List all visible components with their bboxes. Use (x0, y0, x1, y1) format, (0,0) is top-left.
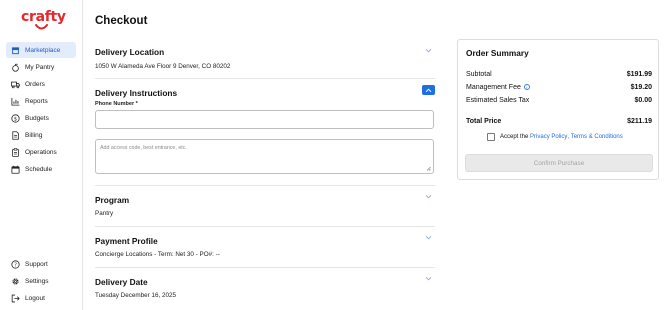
delivery-date-section[interactable]: Delivery Date Tuesday December 16, 2025 (95, 268, 435, 309)
sales-tax-row: Estimated Sales Tax $0.00 (466, 97, 652, 104)
delivery-date-value: Tuesday December 16, 2025 (95, 292, 176, 299)
page-title: Checkout (95, 15, 148, 27)
total-row: Total Price $211.19 (466, 118, 652, 125)
delivery-location-section[interactable]: Delivery Location 1050 W Alameda Ave Flo… (95, 40, 435, 79)
svg-text:?: ? (14, 262, 17, 268)
accept-terms: Accept the Privacy Policy, Terms & Condi… (487, 133, 623, 141)
info-icon[interactable]: i (523, 84, 530, 91)
checkout-sections: Delivery Location 1050 W Alameda Ave Flo… (95, 40, 435, 309)
chevron-down-icon[interactable] (425, 194, 432, 199)
management-fee-label: Management Fee (466, 84, 521, 91)
phone-number-input[interactable] (95, 110, 434, 129)
subtotal-value: $191.99 (626, 71, 652, 78)
textarea-placeholder: Add access code, best entrance, etc. (100, 145, 187, 151)
sidebar-item-label: My Pantry (25, 63, 55, 71)
management-fee-row: Management Fee i $19.20 (466, 84, 652, 91)
gear-icon (12, 277, 19, 285)
checkout-app: crafty Marketplace My Pantry Orders Repo… (0, 0, 670, 310)
apple-icon (12, 63, 19, 72)
sidebar-item-logout[interactable]: Logout (6, 290, 76, 306)
sidebar-item-budgets[interactable]: $ Budgets (6, 110, 76, 126)
sidebar-bottom-nav: ? Support Settings Logout (6, 256, 76, 307)
delivery-notes-textarea[interactable]: Add access code, best entrance, etc. (95, 139, 434, 174)
sidebar-item-settings[interactable]: Settings (6, 273, 76, 289)
bar-chart-icon (11, 97, 20, 106)
sales-tax-value: $0.00 (634, 97, 652, 104)
sidebar-item-label: Logout (25, 294, 45, 302)
section-title: Delivery Location (95, 47, 165, 57)
sidebar-item-orders[interactable]: Orders (6, 76, 76, 92)
section-title: Payment Profile (95, 236, 158, 246)
sidebar-item-marketplace[interactable]: Marketplace (6, 42, 76, 58)
sidebar-item-operations[interactable]: Operations (6, 144, 76, 160)
logo-smile-icon (35, 24, 48, 30)
phone-number-label: Phone Number * (95, 101, 138, 107)
sidebar-item-label: Billing (25, 131, 43, 139)
chevron-down-icon[interactable] (425, 235, 432, 240)
logout-icon (11, 294, 20, 302)
management-fee-value: $19.20 (630, 84, 652, 91)
sales-tax-label: Estimated Sales Tax (466, 97, 530, 104)
clipboard-icon (12, 147, 19, 157)
sidebar-item-my-pantry[interactable]: My Pantry (6, 59, 76, 75)
crafty-logo[interactable]: crafty (21, 9, 66, 35)
chevron-down-icon[interactable] (425, 48, 432, 53)
sidebar-item-label: Support (25, 260, 48, 268)
chevron-down-icon[interactable] (425, 276, 432, 281)
sidebar: crafty Marketplace My Pantry Orders Repo… (0, 0, 83, 310)
subtotal-row: Subtotal $191.99 (466, 71, 652, 78)
sidebar-item-label: Marketplace (25, 46, 61, 54)
payment-profile-section[interactable]: Payment Profile Concierge Locations - Te… (95, 227, 435, 268)
calendar-icon (11, 165, 20, 174)
accept-prefix: Accept the (500, 134, 529, 140)
collapse-button[interactable] (422, 85, 435, 95)
document-icon (12, 130, 19, 140)
sidebar-item-label: Orders (25, 80, 45, 88)
chevron-up-icon (425, 88, 432, 92)
confirm-purchase-button[interactable]: Confirm Purchase (465, 154, 653, 172)
checkout-main: Checkout Delivery Location 1050 W Alamed… (83, 0, 670, 310)
section-title: Delivery Date (95, 277, 148, 287)
resize-handle-icon[interactable] (426, 166, 431, 171)
program-section[interactable]: Program Pantry (95, 186, 435, 227)
order-summary-title: Order Summary (466, 48, 529, 58)
help-icon: ? (11, 259, 20, 269)
logo-text: crafty (21, 9, 66, 25)
total-label: Total Price (466, 118, 502, 125)
program-value: Pantry (95, 210, 114, 217)
sidebar-item-label: Budgets (25, 114, 49, 122)
section-title: Program (95, 195, 130, 205)
accept-join: , (567, 134, 570, 140)
order-summary-card: Order Summary Subtotal $191.99 Managemen… (457, 39, 659, 180)
section-title: Delivery Instructions (95, 88, 178, 98)
delivery-address: 1050 W Alameda Ave Floor 9 Denver, CO 80… (95, 63, 231, 70)
sidebar-nav: Marketplace My Pantry Orders Reports $ B… (6, 42, 76, 178)
sidebar-item-label: Settings (25, 277, 49, 285)
payment-profile-value: Concierge Locations - Term: Net 30 - PO#… (95, 251, 220, 258)
storefront-icon (11, 46, 20, 54)
sidebar-item-label: Reports (25, 97, 48, 105)
sidebar-item-label: Operations (25, 148, 57, 156)
subtotal-label: Subtotal (466, 71, 492, 78)
sidebar-item-support[interactable]: ? Support (6, 256, 76, 272)
total-value: $211.19 (627, 118, 652, 125)
accept-terms-checkbox[interactable] (487, 133, 495, 141)
dollar-circle-icon: $ (11, 113, 20, 123)
terms-link[interactable]: Terms & Conditions (571, 134, 623, 140)
sidebar-item-billing[interactable]: Billing (6, 127, 76, 143)
svg-text:$: $ (14, 116, 17, 122)
privacy-policy-link[interactable]: Privacy Policy (530, 134, 567, 140)
sidebar-item-schedule[interactable]: Schedule (6, 161, 76, 177)
sidebar-item-label: Schedule (25, 165, 53, 173)
sidebar-item-reports[interactable]: Reports (6, 93, 76, 109)
delivery-instructions-section: Delivery Instructions Phone Number * Add… (95, 79, 435, 186)
truck-icon (11, 81, 20, 88)
